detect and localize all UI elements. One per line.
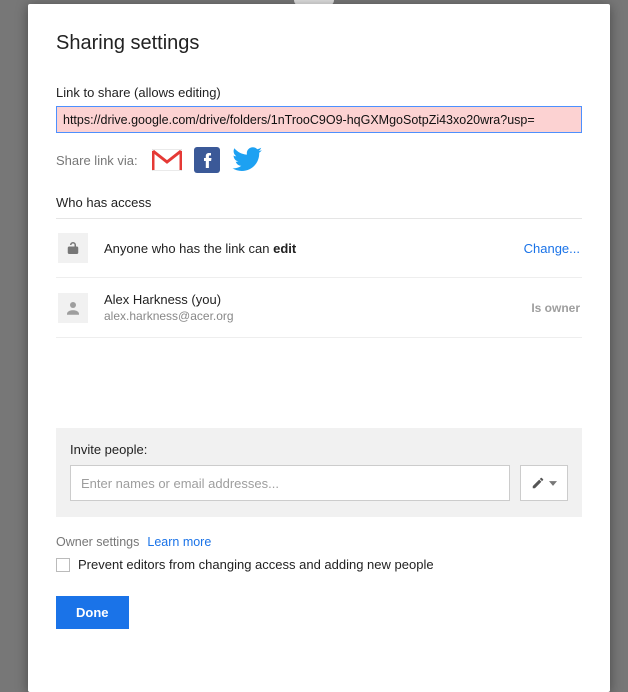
change-access-link[interactable]: Change... [524,241,580,256]
prevent-editors-row: Prevent editors from changing access and… [56,557,582,572]
public-access-text: Anyone who has the link can edit [104,241,524,256]
prevent-editors-checkbox[interactable] [56,558,70,572]
learn-more-link[interactable]: Learn more [147,535,211,549]
access-row-public: Anyone who has the link can edit Change.… [56,219,582,278]
public-access-perm: edit [273,241,296,256]
share-icons [152,147,262,173]
access-row-owner: Alex Harkness (you) alex.harkness@acer.o… [56,278,582,338]
dialog-title: Sharing settings [56,32,582,55]
invite-input[interactable] [70,465,510,501]
owner-access-text: Alex Harkness (you) alex.harkness@acer.o… [104,292,531,323]
prevent-editors-label: Prevent editors from changing access and… [78,557,434,572]
pencil-icon [531,476,545,490]
sharing-settings-dialog: Sharing settings Link to share (allows e… [28,4,610,692]
done-button[interactable]: Done [56,596,129,629]
public-access-prefix: Anyone who has the link can [104,241,273,256]
link-to-share-label: Link to share (allows editing) [56,85,582,100]
owner-badge: Is owner [531,301,580,315]
share-via-row: Share link via: [56,147,582,173]
who-has-access-label: Who has access [56,195,582,210]
invite-row [70,465,568,501]
person-icon [58,293,88,323]
invite-people-box: Invite people: [56,428,582,517]
owner-name: Alex Harkness (you) [104,292,531,307]
share-url-input[interactable] [56,106,582,133]
link-access-icon [58,233,88,263]
facebook-icon[interactable] [194,147,220,173]
gmail-icon[interactable] [152,149,182,171]
twitter-icon[interactable] [232,147,262,173]
invite-label: Invite people: [70,442,568,457]
chevron-down-icon [549,481,557,486]
owner-settings-row: Owner settings Learn more [56,535,582,549]
owner-email: alex.harkness@acer.org [104,309,531,323]
invite-permission-button[interactable] [520,465,568,501]
owner-settings-label: Owner settings [56,535,139,549]
share-via-label: Share link via: [56,153,138,168]
